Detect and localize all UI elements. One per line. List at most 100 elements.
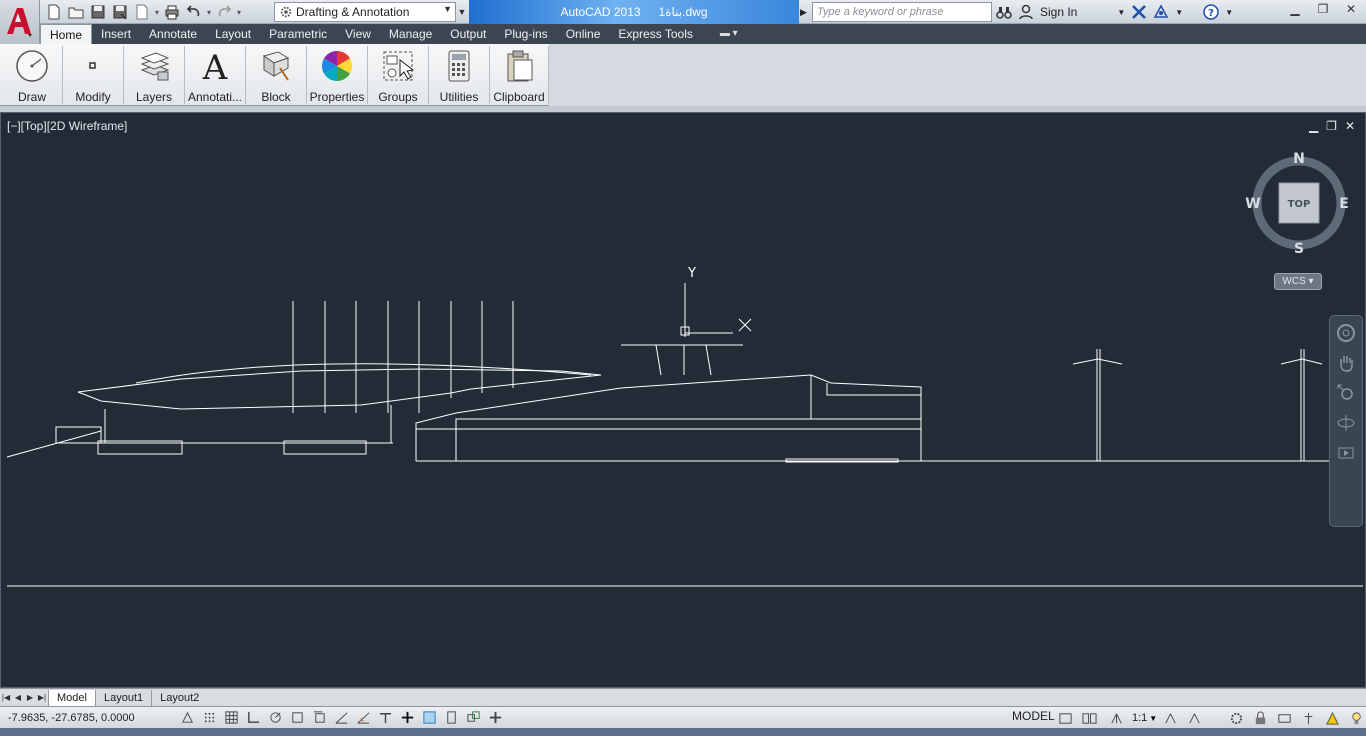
quick-properties-icon[interactable] (440, 708, 462, 728)
save-icon[interactable] (88, 2, 108, 22)
first-tab-icon[interactable]: |◀ (0, 691, 12, 705)
object-snap-tracking-icon[interactable] (330, 708, 352, 728)
drawing-viewport[interactable]: Y [−][Top][2D Wireframe] ▁ ❐ ✕ TOP N S E… (0, 112, 1366, 688)
minimize-icon[interactable]: ▁ (1282, 0, 1308, 18)
viewport-minimize-icon[interactable]: ▁ (1309, 119, 1318, 133)
isolate-objects-icon[interactable] (1297, 708, 1319, 728)
panel-block[interactable]: Block (246, 46, 307, 104)
viewport-restore-icon[interactable]: ❐ (1326, 119, 1337, 133)
viewcube[interactable]: TOP N S E W (1245, 149, 1355, 259)
viewcube-top-face[interactable]: TOP (1288, 199, 1311, 210)
help-dropdown-icon[interactable]: ▼ (1225, 8, 1233, 17)
panel-utilities[interactable]: Utilities (429, 46, 490, 104)
panel-layers[interactable]: Layers (124, 46, 185, 104)
annotation-scale-icon[interactable] (1102, 708, 1130, 728)
auto-scale-icon[interactable] (1183, 708, 1205, 728)
tab-home[interactable]: Home (40, 24, 93, 44)
tab-plug-ins[interactable]: Plug-ins (495, 24, 556, 44)
search-expand-icon[interactable]: ▶ (800, 3, 810, 21)
orbit-icon[interactable] (1331, 410, 1361, 436)
compass-south[interactable]: S (1294, 241, 1304, 257)
binoculars-icon[interactable] (996, 4, 1012, 20)
tab-manage[interactable]: Manage (380, 24, 441, 44)
redo-dropdown-icon[interactable]: ▾ (236, 8, 242, 17)
undo-dropdown-icon[interactable]: ▾ (206, 8, 212, 17)
save-as-icon[interactable] (110, 2, 130, 22)
viewport-controls-label[interactable]: [−][Top][2D Wireframe] (7, 119, 127, 133)
print-icon[interactable] (162, 2, 182, 22)
pan-hand-icon[interactable] (1331, 350, 1361, 376)
model-space-button[interactable]: MODEL (1012, 709, 1055, 723)
coordinate-display[interactable]: -7.9635, -27.6785, 0.0000 (0, 712, 176, 724)
steering-wheel-icon[interactable] (1331, 320, 1361, 346)
panel-annotation[interactable]: A Annotati... (185, 46, 246, 104)
showmotion-icon[interactable] (1331, 440, 1361, 466)
zoom-extents-icon[interactable] (1331, 380, 1361, 406)
customize-qat-icon[interactable]: ▼ (456, 2, 468, 22)
panel-clipboard[interactable]: Clipboard (490, 46, 549, 104)
panel-properties[interactable]: Properties (307, 46, 368, 104)
quick-view-drawings-icon[interactable] (1078, 708, 1100, 728)
exchange-icon[interactable] (1131, 4, 1147, 20)
compass-west[interactable]: W (1245, 196, 1260, 212)
annotation-monitor-icon[interactable] (484, 708, 506, 728)
snap-mode-icon[interactable] (198, 708, 220, 728)
restore-icon[interactable]: ❐ (1310, 0, 1336, 18)
application-menu-button[interactable] (0, 0, 40, 44)
ortho-mode-icon[interactable] (242, 708, 264, 728)
polar-tracking-icon[interactable] (264, 708, 286, 728)
infer-constraints-icon[interactable] (176, 708, 198, 728)
workspace-selector[interactable]: Drafting & Annotation ▼ (274, 2, 456, 22)
tab-insert[interactable]: Insert (92, 24, 140, 44)
dynamic-input-icon[interactable] (374, 708, 396, 728)
sign-in-link[interactable]: Sign In (1040, 5, 1077, 19)
quick-view-layouts-icon[interactable] (1054, 708, 1076, 728)
compass-east[interactable]: E (1339, 196, 1349, 212)
previous-tab-icon[interactable]: ◀ (12, 691, 24, 705)
lock-ui-icon[interactable] (1249, 708, 1271, 728)
dynamic-ucs-icon[interactable] (352, 708, 374, 728)
drawing-canvas[interactable]: Y (1, 113, 1366, 689)
3d-object-snap-icon[interactable] (308, 708, 330, 728)
transparency-icon[interactable] (418, 708, 440, 728)
plot-preview-icon[interactable] (132, 2, 152, 22)
tab-view[interactable]: View (336, 24, 380, 44)
tab-online[interactable]: Online (557, 24, 610, 44)
annotation-scale-value[interactable]: 1:1 (1132, 712, 1147, 724)
help-icon[interactable]: ? (1203, 4, 1219, 20)
undo-icon[interactable] (184, 2, 204, 22)
ribbon-minimize-icon[interactable]: ▬ ▾ (720, 24, 738, 44)
wcs-menu-button[interactable]: WCS ▾ (1274, 273, 1322, 290)
tab-annotate[interactable]: Annotate (140, 24, 206, 44)
open-file-icon[interactable] (66, 2, 86, 22)
stay-connected-icon[interactable] (1153, 4, 1169, 20)
scale-dropdown-icon[interactable]: ▼ (1149, 714, 1157, 723)
sign-in-dropdown-icon[interactable]: ▼ (1117, 8, 1125, 17)
notification-icon[interactable] (1321, 708, 1343, 728)
annotation-visibility-icon[interactable] (1159, 708, 1181, 728)
tab-express-tools[interactable]: Express Tools (609, 24, 701, 44)
panel-groups[interactable]: Groups (368, 46, 429, 104)
layout-tab-layout2[interactable]: Layout2 (151, 689, 207, 706)
grid-display-icon[interactable] (220, 708, 242, 728)
new-file-icon[interactable] (44, 2, 64, 22)
hardware-acceleration-icon[interactable] (1273, 708, 1295, 728)
object-snap-icon[interactable] (286, 708, 308, 728)
compass-north[interactable]: N (1293, 151, 1305, 167)
redo-icon[interactable] (214, 2, 234, 22)
layout-tab-layout1[interactable]: Layout1 (94, 689, 151, 706)
tab-layout[interactable]: Layout (206, 24, 260, 44)
search-input[interactable]: Type a keyword or phrase (812, 2, 992, 22)
tab-parametric[interactable]: Parametric (260, 24, 336, 44)
close-icon[interactable]: ✕ (1338, 0, 1364, 18)
panel-draw[interactable]: Draw (2, 46, 63, 104)
workspace-switching-icon[interactable] (1225, 708, 1247, 728)
next-tab-icon[interactable]: ▶ (24, 691, 36, 705)
tab-output[interactable]: Output (441, 24, 495, 44)
dropdown-arrow-icon[interactable]: ▾ (154, 8, 160, 17)
last-tab-icon[interactable]: ▶| (36, 691, 48, 705)
connected-dropdown-icon[interactable]: ▼ (1175, 8, 1183, 17)
layout-tab-model[interactable]: Model (48, 689, 95, 706)
viewport-close-icon[interactable]: ✕ (1345, 119, 1355, 133)
lineweight-icon[interactable] (396, 708, 418, 728)
